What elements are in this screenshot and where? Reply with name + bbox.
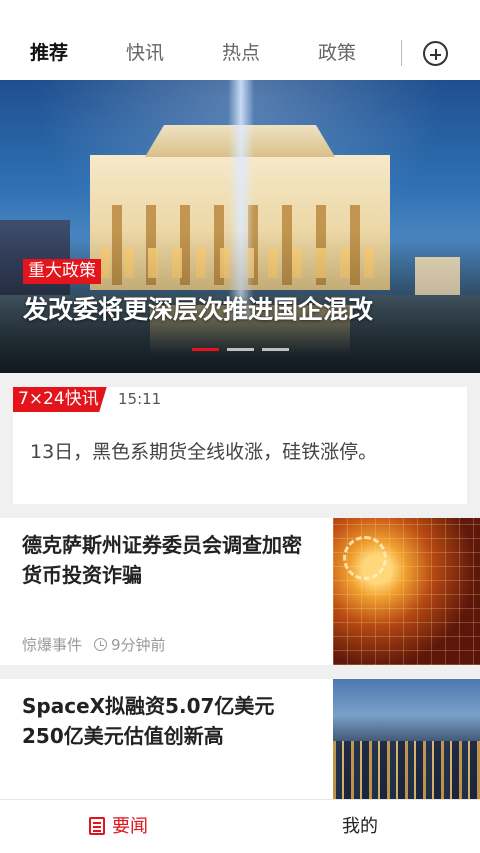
tab-hot[interactable]: 热点	[222, 38, 260, 65]
nav-news[interactable]: 要闻	[89, 800, 148, 853]
tab-divider	[401, 40, 402, 66]
gear-icon	[343, 536, 387, 580]
hero-category-badge: 重大政策	[23, 259, 101, 284]
nav-mine[interactable]: 我的	[342, 800, 378, 853]
carousel-dot	[227, 348, 254, 351]
carousel-dot	[262, 348, 289, 351]
nav-news-label: 要闻	[112, 816, 148, 837]
nav-mine-label: 我的	[342, 816, 378, 837]
clock-icon	[94, 638, 108, 651]
flash-text: 13日，黑色系期货全线收涨，硅铁涨停。	[30, 441, 378, 463]
add-channel-icon[interactable]	[423, 41, 448, 66]
news-meta: 惊爆事件 9分钟前	[22, 634, 166, 655]
top-tab-bar: 推荐 快讯 热点 政策	[0, 0, 480, 80]
flash-news-card[interactable]: 7×24快讯 15:11 13日，黑色系期货全线收涨，硅铁涨停。	[13, 387, 467, 504]
bottom-nav: 要闻 我的	[0, 799, 480, 853]
news-item[interactable]: SpaceX拟融资5.07亿美元250亿美元估值创新高	[0, 679, 480, 799]
hero-headline[interactable]: 发改委将更深层次推进国企混改	[23, 290, 373, 326]
document-icon	[89, 817, 105, 835]
tab-policy[interactable]: 政策	[318, 38, 356, 65]
news-category: 惊爆事件	[22, 636, 83, 654]
flash-time: 15:11	[118, 390, 162, 408]
tab-flash[interactable]: 快讯	[126, 38, 164, 65]
flash-badge: 7×24快讯	[13, 387, 107, 412]
news-item[interactable]: 德克萨斯州证券委员会调查加密货币投资诈骗 惊爆事件 9分钟前	[0, 518, 480, 665]
hero-banner[interactable]	[0, 80, 480, 373]
news-thumbnail	[333, 679, 480, 799]
news-time: 9分钟前	[111, 636, 166, 654]
tab-recommend[interactable]: 推荐	[30, 38, 68, 65]
news-title: SpaceX拟融资5.07亿美元250亿美元估值创新高	[22, 694, 275, 748]
news-title: 德克萨斯州证券委员会调查加密货币投资诈骗	[22, 533, 302, 587]
news-thumbnail	[333, 518, 480, 665]
carousel-dot-active	[192, 348, 219, 351]
carousel-indicator	[192, 348, 292, 351]
